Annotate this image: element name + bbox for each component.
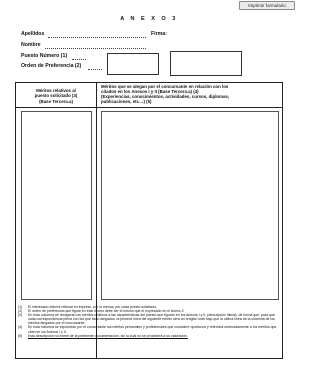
left-column-header: Méritos relativos al puesto solicitado (…	[18, 88, 94, 104]
orden-preferencia-field[interactable]	[88, 69, 102, 70]
puesto-numero-field[interactable]	[72, 59, 86, 60]
document-title: A N E X O 3	[120, 16, 178, 22]
apellidos-label: Apellidos	[21, 31, 45, 37]
puesto-numero-label: Puesto Número (1)	[21, 53, 68, 59]
table-header-divider	[16, 107, 282, 108]
nombre-field[interactable]	[45, 48, 146, 49]
footnote-5: (5) Esta descripción no exime de la pert…	[18, 333, 188, 338]
merits-position-textarea[interactable]	[21, 111, 92, 300]
nombre-label: Nombre	[21, 42, 41, 48]
right-header-line: publicaciones, etc…) (5)	[101, 99, 152, 105]
signature-box[interactable]	[170, 51, 242, 76]
footnotes: (1) El interesado deberá rellenar en imp…	[18, 305, 283, 338]
apellidos-field[interactable]	[48, 37, 146, 38]
print-form-button[interactable]: Imprimir formulario	[239, 1, 295, 10]
firma-label: Firma:	[151, 31, 167, 37]
right-column-header: Méritos que se alegan por el concursante…	[101, 84, 281, 104]
footnote-3: (3) En esta columna se recogerán los mér…	[18, 313, 275, 326]
footnote-4: (4) En esta columna se expondrán por el …	[18, 325, 277, 334]
left-header-line: (Base Tercera.a)	[39, 98, 73, 104]
merits-claimed-textarea[interactable]	[101, 111, 279, 300]
code-box[interactable]	[107, 53, 159, 75]
orden-preferencia-label: Orden de Preferencia (2)	[21, 63, 82, 69]
